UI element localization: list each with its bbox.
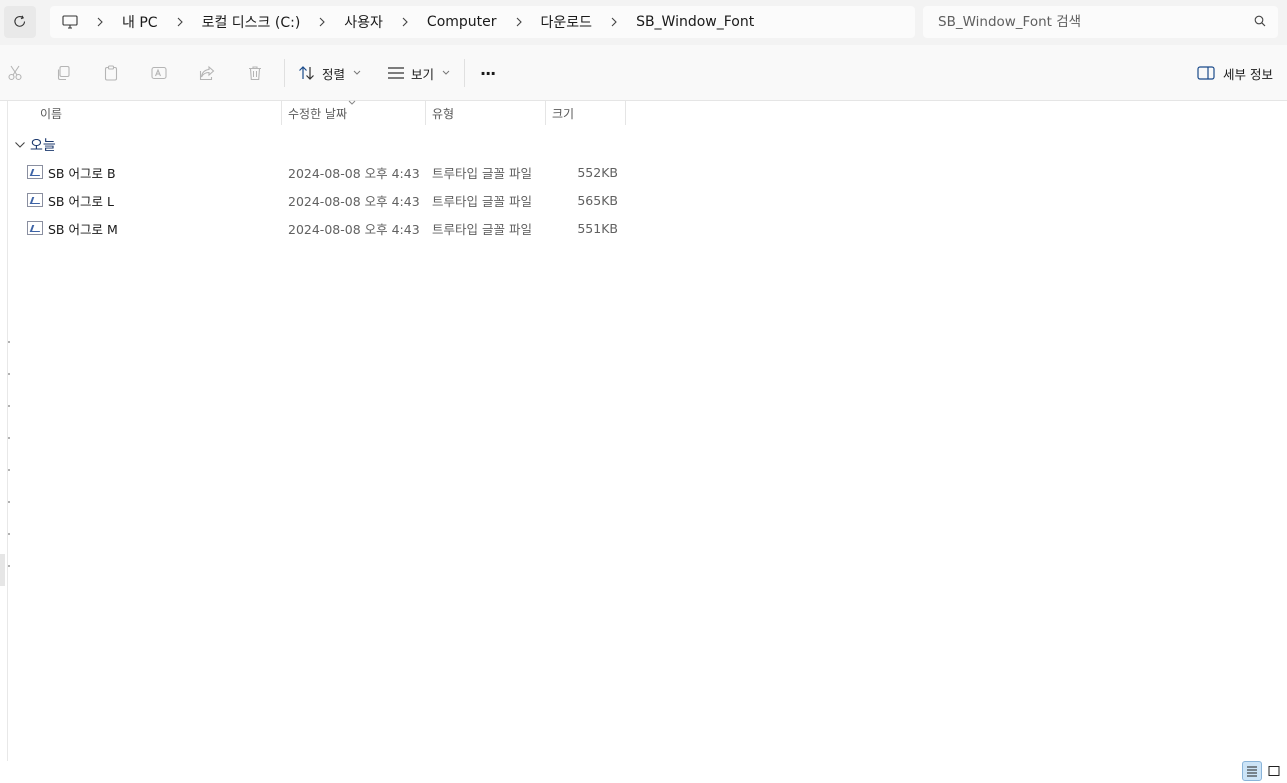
more-options-button[interactable]: ··· bbox=[476, 59, 499, 87]
share-icon bbox=[199, 65, 215, 81]
chevron-down-icon[interactable] bbox=[14, 141, 26, 149]
chevron-right-icon[interactable] bbox=[383, 17, 427, 27]
details-pane-icon bbox=[1197, 66, 1215, 80]
details-label: 세부 정보 bbox=[1223, 66, 1273, 82]
search-icon[interactable] bbox=[1254, 15, 1266, 27]
file-row[interactable]: SB 어그로 M 2024-08-08 오후 4:43 트루타입 글꼴 파일 5… bbox=[8, 214, 626, 242]
breadcrumb[interactable]: 내 PC 로컬 디스크 (C:) 사용자 Computer 다운로드 SB_Wi… bbox=[50, 6, 915, 38]
file-date: 2024-08-08 오후 4:43 bbox=[288, 221, 420, 237]
sort-descending-icon bbox=[348, 100, 356, 105]
chevron-down-icon bbox=[353, 70, 361, 75]
toolbar-divider bbox=[284, 59, 285, 87]
group-header-today[interactable]: 오늘 bbox=[14, 135, 56, 155]
column-header-date[interactable]: 수정한 날짜 bbox=[282, 100, 426, 125]
breadcrumb-item-current-folder[interactable]: SB_Window_Font bbox=[636, 14, 754, 30]
breadcrumb-item-local-disk[interactable]: 로컬 디스크 (C:) bbox=[202, 12, 301, 32]
clipboard-icon bbox=[104, 65, 118, 81]
share-button[interactable] bbox=[197, 63, 217, 83]
monitor-icon bbox=[62, 15, 78, 29]
sort-label: 정렬 bbox=[322, 66, 346, 82]
breadcrumb-item-computer[interactable]: Computer bbox=[427, 14, 497, 30]
toolbar-divider bbox=[464, 59, 465, 87]
file-size: 565KB bbox=[577, 192, 618, 208]
this-pc-root[interactable] bbox=[62, 15, 78, 29]
font-file-icon bbox=[27, 193, 43, 207]
column-header-row: 이름 수정한 날짜 유형 크기 bbox=[8, 100, 626, 125]
column-name-label: 이름 bbox=[40, 106, 63, 121]
font-file-icon bbox=[27, 165, 43, 179]
file-name: SB 어그로 L bbox=[48, 193, 114, 209]
chevron-right-icon[interactable] bbox=[592, 17, 636, 27]
breadcrumb-item-downloads[interactable]: 다운로드 bbox=[541, 12, 593, 32]
refresh-icon bbox=[14, 15, 26, 27]
status-bar bbox=[0, 761, 1287, 783]
search-input[interactable] bbox=[938, 14, 1238, 30]
delete-button[interactable] bbox=[245, 63, 265, 83]
file-name: SB 어그로 B bbox=[48, 165, 116, 181]
file-date: 2024-08-08 오후 4:43 bbox=[288, 165, 420, 181]
chevron-right-icon[interactable] bbox=[158, 17, 202, 27]
command-bar: 정렬 보기 ··· 세부 정보 bbox=[0, 45, 1287, 101]
rename-button[interactable] bbox=[149, 63, 169, 83]
group-label: 오늘 bbox=[30, 138, 56, 154]
column-date-label: 수정한 날짜 bbox=[288, 106, 348, 121]
file-list-pane[interactable]: 이름 수정한 날짜 유형 크기 오늘 SB 어그로 B 2024-08-08 오… bbox=[7, 100, 1287, 761]
column-type-label: 유형 bbox=[432, 106, 455, 121]
file-row[interactable]: SB 어그로 L 2024-08-08 오후 4:43 트루타입 글꼴 파일 5… bbox=[8, 186, 626, 214]
column-header-name[interactable]: 이름 bbox=[8, 101, 282, 125]
file-name: SB 어그로 M bbox=[48, 221, 118, 237]
details-pane-button[interactable]: 세부 정보 bbox=[1197, 59, 1273, 87]
font-file-icon bbox=[27, 221, 43, 235]
trash-icon bbox=[249, 66, 261, 81]
details-view-toggle[interactable] bbox=[1242, 761, 1262, 781]
list-view-icon bbox=[388, 67, 404, 79]
more-options-label: ··· bbox=[480, 63, 496, 83]
file-type: 트루타입 글꼴 파일 bbox=[432, 165, 532, 181]
refresh-button[interactable] bbox=[4, 6, 36, 38]
chevron-right-icon[interactable] bbox=[497, 17, 541, 27]
file-type: 트루타입 글꼴 파일 bbox=[432, 193, 532, 209]
breadcrumb-item-users[interactable]: 사용자 bbox=[344, 12, 383, 32]
chevron-right-icon[interactable] bbox=[300, 17, 344, 27]
file-size: 551KB bbox=[577, 220, 618, 236]
scissors-icon bbox=[8, 65, 22, 81]
sort-button[interactable]: 정렬 bbox=[294, 59, 365, 87]
chevron-down-icon bbox=[442, 70, 450, 75]
breadcrumb-item-this-pc[interactable]: 내 PC bbox=[122, 12, 158, 32]
copy-button[interactable] bbox=[53, 63, 73, 83]
column-header-size[interactable]: 크기 bbox=[546, 101, 626, 125]
file-size: 552KB bbox=[577, 164, 618, 180]
chevron-right-icon[interactable] bbox=[78, 17, 122, 27]
view-label: 보기 bbox=[411, 66, 435, 82]
details-view-icon bbox=[1247, 766, 1257, 777]
large-icons-view-icon bbox=[1268, 766, 1280, 776]
search-box[interactable] bbox=[923, 6, 1278, 38]
paste-button[interactable] bbox=[101, 63, 121, 83]
column-size-label: 크기 bbox=[552, 106, 575, 121]
cut-button[interactable] bbox=[5, 63, 25, 83]
view-button[interactable]: 보기 bbox=[383, 59, 454, 87]
file-type: 트루타입 글꼴 파일 bbox=[432, 221, 532, 237]
copy-icon bbox=[57, 65, 70, 81]
file-row[interactable]: SB 어그로 B 2024-08-08 오후 4:43 트루타입 글꼴 파일 5… bbox=[8, 158, 626, 186]
tiles-view-toggle[interactable] bbox=[1264, 761, 1284, 781]
column-header-type[interactable]: 유형 bbox=[426, 101, 546, 125]
file-date: 2024-08-08 오후 4:43 bbox=[288, 193, 420, 209]
address-bar-row: 내 PC 로컬 디스크 (C:) 사용자 Computer 다운로드 SB_Wi… bbox=[0, 0, 1287, 45]
nav-pane-resize-handle[interactable] bbox=[0, 554, 5, 586]
rename-icon bbox=[151, 66, 167, 80]
sort-icon bbox=[299, 66, 314, 80]
